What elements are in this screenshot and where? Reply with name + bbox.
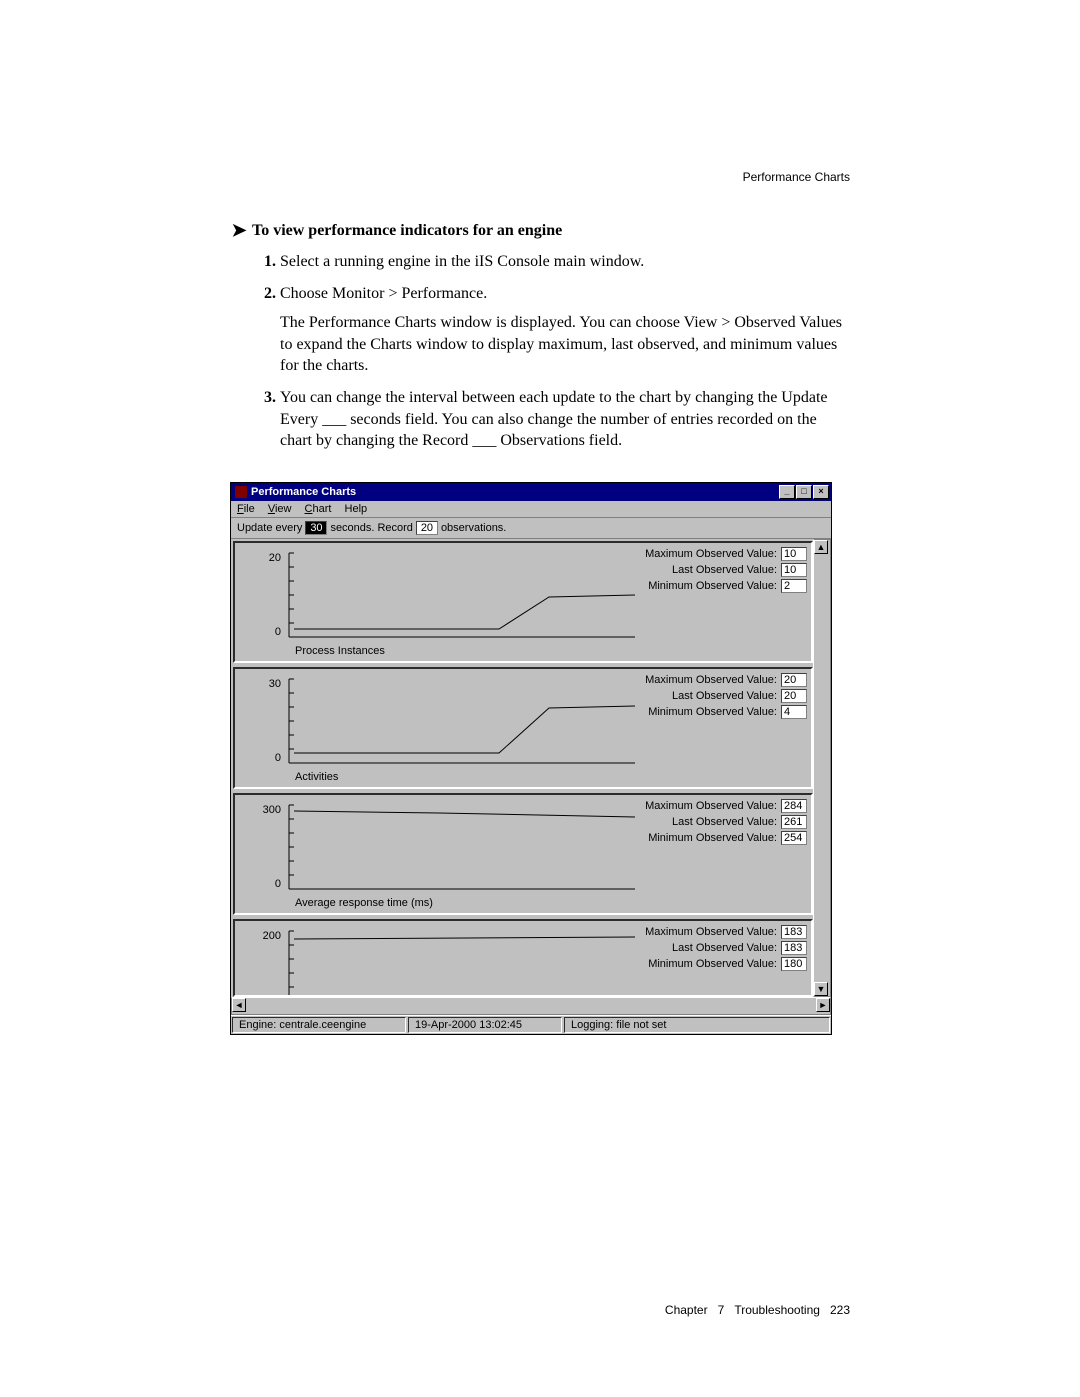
perf-charts-window: Performance Charts _ □ × File View Chart… — [230, 482, 832, 1035]
svg-text:20: 20 — [269, 552, 281, 564]
scroll-down-icon[interactable]: ▼ — [814, 982, 828, 996]
arrow-icon: ➤ — [230, 220, 248, 241]
chart-caption-1: Process Instances — [295, 645, 635, 657]
status-engine: Engine: centrale.ceengine — [232, 1017, 406, 1033]
menu-help[interactable]: Help — [345, 503, 378, 515]
minimize-button[interactable]: _ — [779, 485, 795, 499]
val-max-2: 20 — [781, 673, 807, 687]
task-title-text: To view performance indicators for an en… — [252, 222, 562, 239]
vertical-scrollbar[interactable]: ▲ ▼ — [813, 539, 831, 997]
scroll-up-icon[interactable]: ▲ — [814, 540, 828, 554]
chart-4-partial: 200 Maximum Observed Value:183 Last Obse… — [233, 919, 813, 997]
val-last-1: 10 — [781, 563, 807, 577]
input-record-obs[interactable]: 20 — [416, 521, 438, 535]
val-min-1: 2 — [781, 579, 807, 593]
chart-svg-4: 200 — [239, 925, 635, 995]
step-1: Select a running engine in the iIS Conso… — [280, 251, 850, 273]
menu-chart[interactable]: Chart — [305, 503, 332, 515]
chart-caption-2: Activities — [295, 771, 635, 783]
val-max-1: 10 — [781, 547, 807, 561]
maximize-button[interactable]: □ — [796, 485, 812, 499]
chart-svg-3: 300 0 — [239, 799, 635, 895]
val-max-3: 284 — [781, 799, 807, 813]
chart-svg-2: 30 0 — [239, 673, 635, 769]
val-last-4: 183 — [781, 941, 807, 955]
titlebar: Performance Charts _ □ × — [231, 483, 831, 501]
lbl-seconds: seconds. — [330, 522, 374, 534]
svg-text:30: 30 — [269, 678, 281, 690]
step-3: You can change the interval between each… — [280, 387, 850, 452]
app-icon — [235, 486, 247, 498]
val-min-2: 4 — [781, 705, 807, 719]
step-2: Choose Monitor > Performance. The Perfor… — [280, 283, 850, 377]
lbl-max: Maximum Observed Value: — [645, 548, 777, 560]
val-max-4: 183 — [781, 925, 807, 939]
lbl-update-every: Update every — [237, 522, 302, 534]
scroll-left-icon[interactable]: ◄ — [232, 998, 246, 1012]
val-last-2: 20 — [781, 689, 807, 703]
svg-text:0: 0 — [275, 752, 281, 764]
svg-text:0: 0 — [275, 626, 281, 638]
step-list: Select a running engine in the iIS Conso… — [260, 251, 850, 452]
svg-text:300: 300 — [263, 804, 281, 816]
chart-activities: 30 0 Activities Maximum Obs — [233, 667, 813, 789]
svg-text:0: 0 — [275, 878, 281, 890]
status-time: 19-Apr-2000 13:02:45 — [408, 1017, 562, 1033]
menu-view[interactable]: View — [268, 503, 292, 515]
statusbar: Engine: centrale.ceengine 19-Apr-2000 13… — [231, 1015, 831, 1034]
page-footer: Chapter 7 Troubleshooting 223 — [665, 1303, 850, 1317]
window-title: Performance Charts — [251, 486, 356, 498]
status-logging: Logging: file not set — [564, 1017, 830, 1033]
menubar: File View Chart Help — [231, 501, 831, 518]
svg-text:200: 200 — [263, 930, 281, 942]
lbl-min: Minimum Observed Value: — [648, 580, 777, 592]
chart-avg-response: 300 0 Average response time (ms) — [233, 793, 813, 915]
chart-caption-3: Average response time (ms) — [295, 897, 635, 909]
close-button[interactable]: × — [813, 485, 829, 499]
lbl-last: Last Observed Value: — [672, 564, 777, 576]
page-header: Performance Charts — [743, 170, 850, 184]
val-min-4: 180 — [781, 957, 807, 971]
val-min-3: 254 — [781, 831, 807, 845]
step-2-detail: The Performance Charts window is display… — [280, 312, 850, 377]
horizontal-scrollbar[interactable]: ◄ ► — [231, 997, 831, 1015]
val-last-3: 261 — [781, 815, 807, 829]
toolbar: Update every 30 seconds. Record 20 obser… — [231, 518, 831, 539]
chart-process-instances: 20 0 Process Instances Maxi — [233, 541, 813, 663]
lbl-record: Record — [377, 522, 412, 534]
scroll-right-icon[interactable]: ► — [816, 998, 830, 1012]
menu-file[interactable]: File — [237, 503, 255, 515]
chart-svg-1: 20 0 — [239, 547, 635, 643]
task-title: ➤To view performance indicators for an e… — [230, 220, 850, 241]
input-update-seconds[interactable]: 30 — [305, 521, 327, 535]
lbl-observations: observations. — [441, 522, 506, 534]
